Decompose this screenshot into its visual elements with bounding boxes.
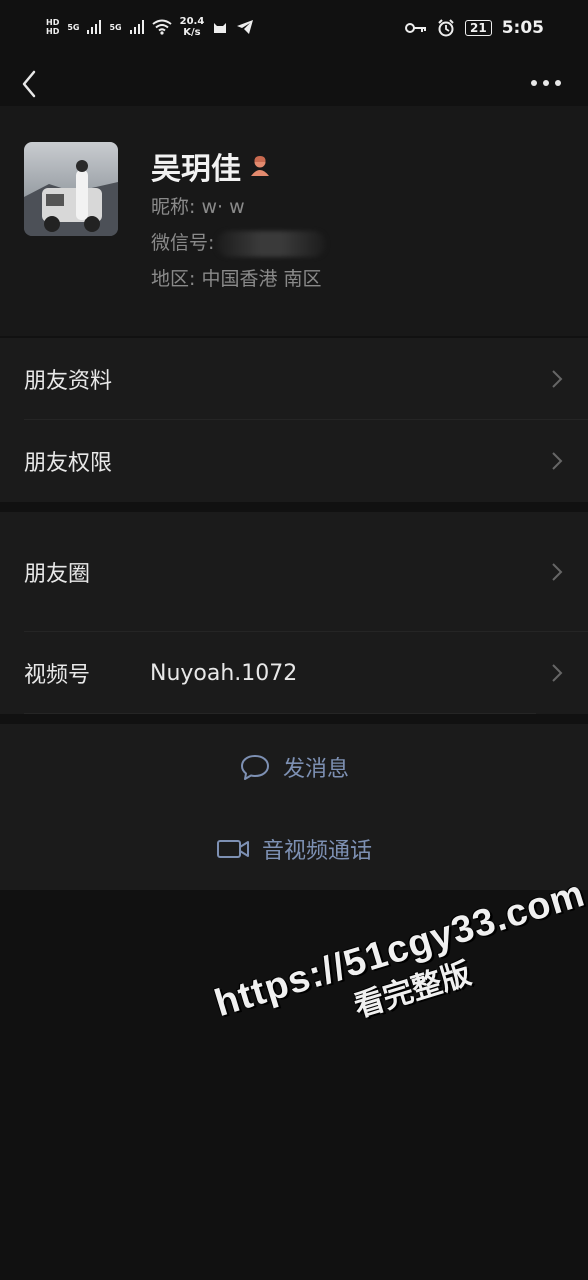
channels-value: Nuyoah.1072 xyxy=(150,660,298,686)
region-label: 地区: xyxy=(151,268,196,290)
wechat-id-label: 微信号: xyxy=(151,232,215,254)
hd-top-label: HD xyxy=(46,18,60,27)
send-message-button[interactable]: 发消息 xyxy=(0,726,588,808)
region-value: 中国香港 南区 xyxy=(201,268,322,290)
status-bar: HD HD 5G 5G 20.4 K/s 21 5:05 xyxy=(0,0,588,62)
friend-profile-label: 朋友资料 xyxy=(24,369,113,394)
region-row: 地区: 中国香港 南区 xyxy=(151,264,322,291)
alarm-icon xyxy=(438,19,454,37)
hd-indicator: HD HD xyxy=(46,18,59,36)
signal-icon xyxy=(87,20,102,34)
net-speed-value: 20.4 xyxy=(179,16,205,27)
contact-name: 吴玥佳 xyxy=(151,152,241,187)
chat-bubble-icon xyxy=(240,755,269,780)
nickname-row: 昵称: w· w xyxy=(151,192,245,219)
friend-permissions-label: 朋友权限 xyxy=(24,451,113,476)
action-panel: 发消息 音视频通话 xyxy=(0,724,588,890)
clock: 5:05 xyxy=(501,18,544,38)
wechat-id-blurred xyxy=(216,230,327,257)
status-right: 21 5:05 xyxy=(405,18,544,38)
cat-icon xyxy=(214,23,227,33)
friend-permissions-item[interactable]: 朋友权限 xyxy=(0,420,588,502)
net-speed: 20.4 K/s xyxy=(180,16,205,38)
wifi-icon xyxy=(152,19,172,35)
net-speed-unit: K/s xyxy=(183,27,201,38)
nickname-label: 昵称: xyxy=(151,196,196,218)
video-camera-icon xyxy=(216,840,249,858)
send-message-label: 发消息 xyxy=(282,757,349,782)
channels-item[interactable]: 视频号 Nuyoah.1072 xyxy=(0,632,588,714)
wechat-id-row: 微信号: xyxy=(151,228,327,257)
female-gender-icon xyxy=(251,156,269,176)
telegram-icon xyxy=(237,20,254,34)
friend-profile-item[interactable]: 朋友资料 xyxy=(0,338,588,420)
sim1-label: 5G xyxy=(67,22,80,32)
avatar[interactable] xyxy=(24,142,118,236)
sim2-label: 5G xyxy=(109,22,122,32)
voice-video-call-button[interactable]: 音视频通话 xyxy=(0,808,588,890)
nav-bar xyxy=(0,62,588,106)
channels-label: 视频号 xyxy=(24,663,91,688)
chevron-right-icon xyxy=(552,452,563,470)
signal-icon xyxy=(129,20,144,34)
hd-bottom-label: HD xyxy=(46,27,60,36)
contact-name-row: 吴玥佳 xyxy=(151,144,271,188)
voice-video-call-label: 音视频通话 xyxy=(261,839,372,864)
chevron-right-icon xyxy=(552,370,563,388)
moments-item[interactable]: 朋友圈 xyxy=(0,512,588,632)
more-icon[interactable] xyxy=(526,68,566,98)
chevron-right-icon xyxy=(552,563,563,581)
menu-group-1: 朋友资料 朋友权限 xyxy=(0,338,588,502)
battery-icon: 21 xyxy=(465,20,492,36)
divider xyxy=(24,713,536,714)
profile-header: 吴玥佳 昵称: w· w 微信号: 地区: 中国香港 南区 xyxy=(0,106,588,336)
moments-label: 朋友圈 xyxy=(24,562,91,587)
watermark: https://51cgy33.com 看完整版 xyxy=(210,873,588,1065)
chevron-right-icon xyxy=(552,664,563,682)
nickname-value: w· w xyxy=(201,196,245,218)
back-icon[interactable] xyxy=(14,66,46,102)
menu-group-2: 朋友圈 视频号 Nuyoah.1072 xyxy=(0,512,588,714)
key-icon xyxy=(405,23,426,33)
status-left: HD HD 5G 5G 20.4 K/s xyxy=(46,16,254,38)
